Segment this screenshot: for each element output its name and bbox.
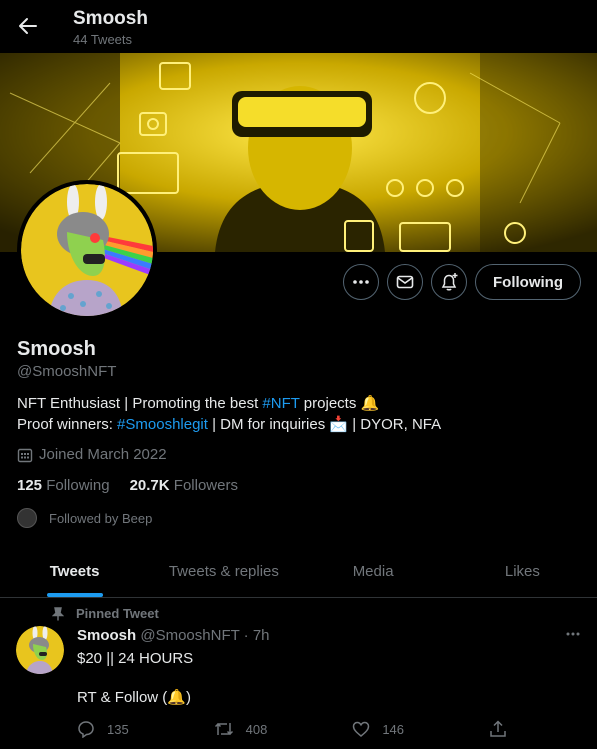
- tweet-actions: 135 408 146: [77, 720, 507, 738]
- back-arrow-icon: [19, 18, 37, 34]
- notifications-button[interactable]: [431, 264, 468, 300]
- reply-button[interactable]: 135: [77, 720, 129, 738]
- tab-likes[interactable]: Likes: [448, 546, 597, 597]
- back-button[interactable]: [14, 12, 42, 40]
- bell-emoji-icon: 🔔: [167, 689, 186, 706]
- retweet-icon: [214, 722, 233, 736]
- bio-text: Proof winners:: [17, 416, 118, 433]
- bell-plus-icon: [441, 273, 458, 291]
- profile-name: Smoosh: [17, 338, 96, 360]
- profile-bio: NFT Enthusiast | Promoting the best #NFT…: [17, 393, 577, 435]
- retweet-count: 408: [245, 721, 268, 737]
- hashtag-link[interactable]: #NFT: [262, 395, 299, 412]
- tab-tweets-replies[interactable]: Tweets & replies: [149, 546, 298, 597]
- pinned-text: Pinned Tweet: [76, 606, 159, 621]
- bio-text: | DYOR, NFA: [348, 416, 442, 433]
- tweet-author[interactable]: Smoosh: [77, 627, 136, 644]
- heart-icon: [353, 721, 370, 737]
- following-link[interactable]: 125 Following: [17, 477, 110, 494]
- tweet-avatar[interactable]: [16, 626, 64, 674]
- reply-icon: [78, 721, 94, 738]
- following-label: Following: [46, 477, 110, 494]
- pinned-tweet[interactable]: Pinned Tweet Smoosh @SmooshNFT · 7h $20 …: [0, 598, 597, 749]
- follow-stats: 125 Following 20.7K Followers: [17, 477, 238, 494]
- followed-by[interactable]: Followed by Beep: [17, 508, 152, 528]
- followers-label: Followers: [173, 477, 238, 494]
- tab-tweets[interactable]: Tweets: [0, 546, 149, 597]
- more-dots-icon: [566, 632, 580, 636]
- profile-tabs: Tweets Tweets & replies Media Likes: [0, 546, 597, 598]
- following-count: 125: [17, 477, 43, 494]
- tweet-text: ): [186, 689, 191, 706]
- tweet-header: Smoosh @SmooshNFT · 7h: [77, 627, 270, 644]
- calendar-icon: [17, 448, 33, 462]
- bio-text: projects: [299, 395, 361, 412]
- followed-by-text: Followed by Beep: [49, 510, 153, 526]
- profile-handle: @SmooshNFT: [17, 363, 117, 380]
- following-button[interactable]: Following: [475, 264, 581, 300]
- tweet-text: RT & Follow (: [77, 689, 168, 706]
- tweet-text-line: RT & Follow (🔔): [77, 688, 191, 706]
- pin-icon: [52, 606, 64, 620]
- share-icon: [490, 720, 506, 737]
- top-bar: Smoosh 44 Tweets: [0, 0, 597, 53]
- follower-avatar: [17, 508, 37, 528]
- header-profile-name: Smoosh: [73, 8, 148, 29]
- profile-avatar[interactable]: [17, 180, 157, 320]
- pinned-label: Pinned Tweet: [52, 606, 159, 621]
- reply-count: 135: [107, 721, 129, 737]
- more-button[interactable]: [343, 264, 380, 300]
- retweet-button[interactable]: 408: [214, 720, 268, 738]
- bell-emoji-icon: 🔔: [360, 395, 380, 412]
- tweet-text-line: $20 || 24 HOURS: [77, 650, 194, 667]
- join-date-text: Joined March 2022: [39, 446, 167, 463]
- followers-link[interactable]: 20.7K Followers: [130, 477, 238, 494]
- header-tweet-count: 44 Tweets: [73, 32, 133, 47]
- profile-actions: Following: [343, 264, 581, 300]
- followers-count: 20.7K: [129, 477, 170, 494]
- tweet-meta: @SmooshNFT · 7h: [140, 627, 270, 644]
- share-button[interactable]: [489, 720, 507, 738]
- like-count: 146: [382, 721, 405, 737]
- envelope-icon: [396, 275, 414, 289]
- envelope-emoji-icon: 📩: [329, 416, 349, 433]
- tab-media[interactable]: Media: [299, 546, 448, 597]
- message-button[interactable]: [387, 264, 424, 300]
- hashtag-link[interactable]: #Smooshlegit: [117, 416, 208, 433]
- join-date: Joined March 2022: [17, 446, 167, 463]
- bio-text: | DM for inquiries: [207, 416, 330, 433]
- bio-text: NFT Enthusiast | Promoting the best: [17, 395, 263, 412]
- more-dots-icon: [353, 280, 369, 284]
- tweet-more-button[interactable]: [565, 626, 581, 647]
- like-button[interactable]: 146: [352, 720, 404, 738]
